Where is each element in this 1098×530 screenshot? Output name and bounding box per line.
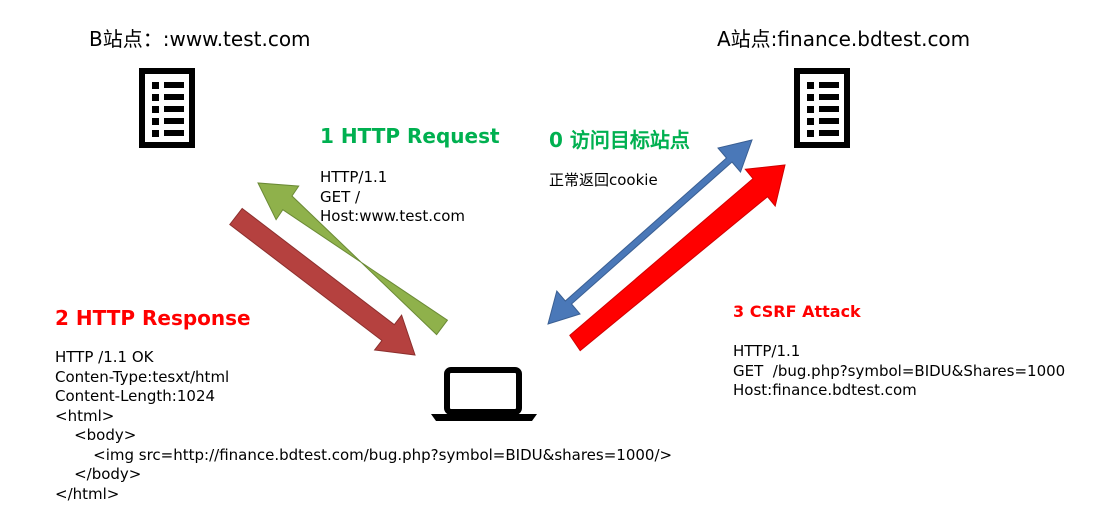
response-line: </html> bbox=[55, 484, 120, 503]
response-line: <body> bbox=[55, 426, 137, 444]
response-line: Content-Length:1024 bbox=[55, 387, 216, 405]
site-a-label: A站点:finance.bdtest.com bbox=[717, 27, 971, 51]
attack-line: Host:finance.bdtest.com bbox=[733, 381, 917, 399]
response-line: </body> bbox=[55, 465, 142, 483]
response-line: HTTP /1.1 OK bbox=[55, 348, 154, 366]
attack-title: 3 CSRF Attack bbox=[733, 302, 861, 321]
request-details: HTTP/1.1 GET / Host:www.test.com bbox=[320, 168, 465, 227]
site-b-label: B站点：:www.test.com bbox=[89, 27, 311, 51]
visit-title: 0 访问目标站点 bbox=[549, 128, 690, 152]
request-line: HTTP/1.1 bbox=[320, 168, 388, 186]
response-details: HTTP /1.1 OK Conten-Type:tesxt/html Cont… bbox=[55, 348, 672, 504]
attack-arrow bbox=[569, 164, 786, 352]
request-line: GET / bbox=[320, 187, 361, 206]
response-title: 2 HTTP Response bbox=[55, 306, 251, 330]
server-a-icon bbox=[797, 71, 847, 145]
server-b-icon bbox=[142, 71, 192, 145]
response-line: Conten-Type:tesxt/html bbox=[55, 367, 230, 386]
request-line: Host:www.test.com bbox=[320, 207, 466, 225]
request-title: 1 HTTP Request bbox=[320, 124, 500, 148]
response-line: <html> bbox=[55, 406, 115, 425]
response-line: <img src=http://finance.bdtest.com/bug.p… bbox=[55, 445, 673, 464]
attack-line: HTTP/1.1 bbox=[733, 342, 801, 360]
visit-note: 正常返回cookie bbox=[549, 171, 658, 189]
attack-line: GET /bug.php?symbol=BIDU&Shares=1000 bbox=[733, 361, 1066, 380]
attack-details: HTTP/1.1 GET /bug.php?symbol=BIDU&Shares… bbox=[733, 342, 1065, 401]
